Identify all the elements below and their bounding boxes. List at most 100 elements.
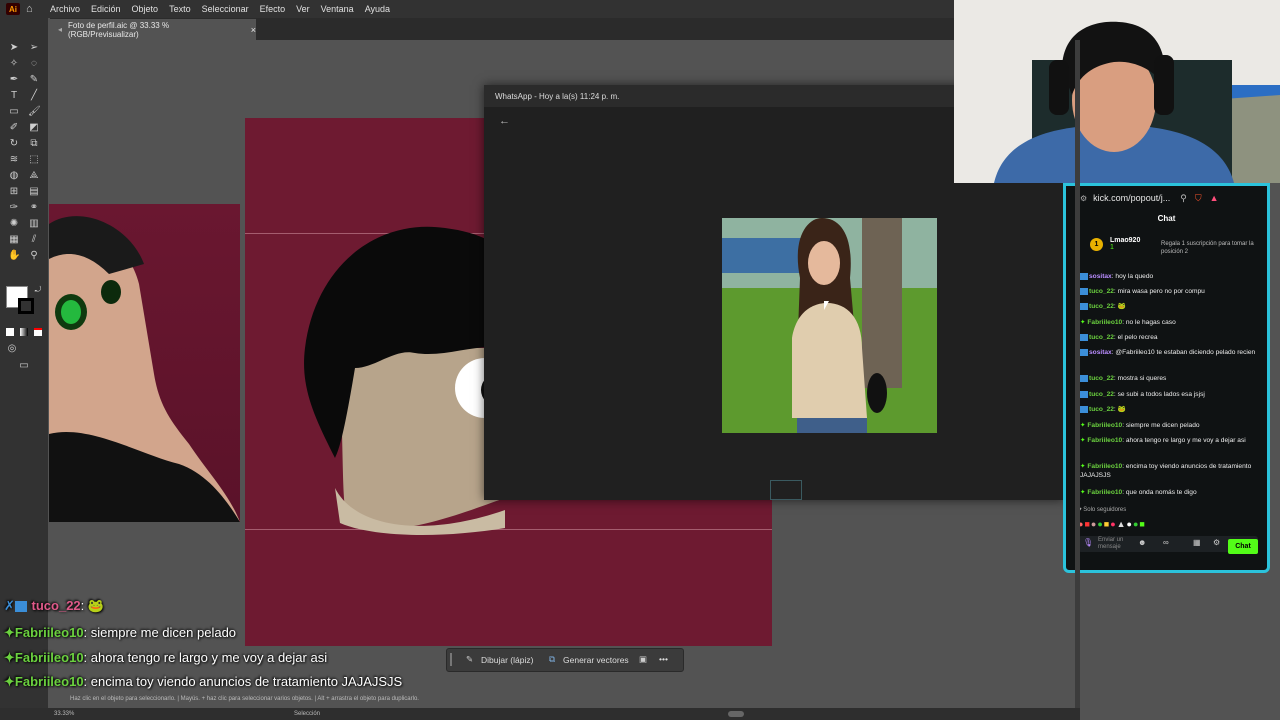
- horizontal-scrollbar[interactable]: [728, 711, 744, 717]
- chat-message[interactable]: tuco_22: se subi a todos lados esa jsjsj: [1080, 390, 1260, 399]
- none-mode-swatch[interactable]: [34, 328, 42, 336]
- chat-username[interactable]: Fabriileo10: [1087, 319, 1122, 326]
- warp-tool-icon[interactable]: ≋: [8, 154, 20, 166]
- menu-efecto[interactable]: Efecto: [260, 4, 286, 14]
- eyedropper-tool-icon[interactable]: ✑: [8, 202, 20, 214]
- chat-username[interactable]: tuco_22: [1089, 303, 1114, 310]
- slice-tool-icon[interactable]: ⫽: [28, 234, 40, 246]
- draw-pencil-button[interactable]: Dibujar (lápiz): [481, 655, 533, 665]
- symbol-sprayer-tool-icon[interactable]: ✺: [8, 218, 20, 230]
- eraser-tool-icon[interactable]: ◩: [28, 122, 40, 134]
- chat-message[interactable]: sositax: @Fabriileo10 te estaban diciend…: [1080, 348, 1260, 357]
- chat-message[interactable]: tuco_22: 🐸: [1080, 302, 1260, 311]
- home-icon[interactable]: ⌂: [26, 3, 38, 15]
- menu-seleccionar[interactable]: Seleccionar: [202, 4, 249, 14]
- chat-message[interactable]: ✦ Fabriileo10: siempre me dicen pelado: [1080, 421, 1260, 430]
- chat-username[interactable]: tuco_22: [1089, 375, 1114, 382]
- chat-username[interactable]: Fabriileo10: [1087, 437, 1122, 444]
- site-settings-icon[interactable]: ⚙: [1080, 194, 1087, 203]
- zoom-tool-icon[interactable]: ⚲: [28, 250, 40, 262]
- gear-icon[interactable]: ⚙: [1213, 538, 1220, 547]
- hand-tool-icon[interactable]: ✋: [8, 250, 20, 262]
- draw-mode-icon[interactable]: ◎: [6, 343, 18, 355]
- chat-message[interactable]: ✦ Fabriileo10: no le hagas caso: [1080, 318, 1260, 327]
- zoom-icon[interactable]: ⚲: [1180, 193, 1187, 204]
- rotate-tool-icon[interactable]: ↻: [8, 138, 20, 150]
- direct-selection-tool-icon[interactable]: ➢: [28, 42, 40, 54]
- artboard-tool-icon[interactable]: ▦: [8, 234, 20, 246]
- gift-icon[interactable]: ∞: [1163, 538, 1169, 547]
- magic-wand-tool-icon[interactable]: ✧: [8, 58, 20, 70]
- menu-edicion[interactable]: Edición: [91, 4, 121, 14]
- blend-tool-icon[interactable]: ⚭: [28, 202, 40, 214]
- gradient-tool-icon[interactable]: ▤: [28, 186, 40, 198]
- reference-photo-left[interactable]: [49, 204, 240, 522]
- chat-message[interactable]: sositax: hoy la quedo: [1080, 272, 1260, 281]
- menu-ver[interactable]: Ver: [296, 4, 310, 14]
- curvature-tool-icon[interactable]: ✎: [28, 74, 40, 86]
- gift-promo[interactable]: Regala 1 suscripción para tomar la posic…: [1161, 240, 1261, 256]
- kick-chat-popout[interactable]: ⚙ kick.com/popout/j... ⚲ ⛉ ▲ Chat 1 Lmao…: [1063, 183, 1270, 573]
- thumbnail-strip-item[interactable]: [770, 480, 802, 500]
- chat-username[interactable]: tuco_22: [1089, 406, 1114, 413]
- mesh-tool-icon[interactable]: ⊞: [8, 186, 20, 198]
- chat-username[interactable]: sositax: [1089, 273, 1112, 280]
- top-gifter[interactable]: Lmao920 1: [1110, 237, 1140, 251]
- gradient-mode-swatch[interactable]: [20, 328, 28, 336]
- microphone-icon[interactable]: 🎙: [1083, 538, 1093, 547]
- chat-message[interactable]: tuco_22: el pelo recrea: [1080, 333, 1260, 342]
- menu-objeto[interactable]: Objeto: [132, 4, 159, 14]
- send-chat-button[interactable]: Chat: [1228, 539, 1258, 554]
- drag-handle-icon[interactable]: [450, 653, 452, 666]
- chat-message[interactable]: ✦ Fabriileo10: ahora tengo re largo y me…: [1080, 436, 1260, 445]
- menu-ventana[interactable]: Ventana: [321, 4, 354, 14]
- stroke-swatch[interactable]: [18, 298, 34, 314]
- screen-mode-icon[interactable]: ▭: [18, 360, 30, 372]
- brave-shield-icon[interactable]: ⛉: [1195, 193, 1202, 204]
- scale-tool-icon[interactable]: ⧉: [28, 138, 40, 150]
- perspective-tool-icon[interactable]: ⟁: [28, 170, 40, 182]
- lasso-tool-icon[interactable]: ◌: [28, 58, 40, 70]
- chat-username[interactable]: Fabriileo10: [1087, 489, 1122, 496]
- popout-url[interactable]: kick.com/popout/j...: [1093, 193, 1170, 203]
- shape-builder-tool-icon[interactable]: ◍: [8, 170, 20, 182]
- emote-icon[interactable]: ▲: [1117, 519, 1127, 529]
- chat-message[interactable]: tuco_22: mira wasa pero no por compu: [1080, 287, 1260, 296]
- chat-message[interactable]: ✦ Fabriileo10: que onda nomás te digo: [1080, 488, 1260, 497]
- calendar-icon[interactable]: ▦: [1193, 538, 1201, 547]
- back-arrow-icon[interactable]: ←: [499, 115, 510, 127]
- chat-username[interactable]: tuco_22: [1089, 391, 1114, 398]
- close-icon[interactable]: ×: [251, 25, 256, 35]
- swap-colors-icon[interactable]: ⤾: [32, 284, 44, 296]
- menu-texto[interactable]: Texto: [169, 4, 191, 14]
- color-mode-swatch[interactable]: [6, 328, 14, 336]
- document-tab[interactable]: ◂ Foto de perfil.aic @ 33.33 % (RGB/Prev…: [50, 19, 256, 40]
- chat-username[interactable]: tuco_22: [1089, 334, 1114, 341]
- rewards-icon[interactable]: ▲: [1210, 193, 1219, 203]
- menu-archivo[interactable]: Archivo: [50, 4, 80, 14]
- pen-tool-icon[interactable]: ✒: [8, 74, 20, 86]
- generate-vectors-button[interactable]: Generar vectores: [563, 655, 629, 665]
- chat-message[interactable]: tuco_22: mostra si queres: [1080, 374, 1260, 383]
- chat-username[interactable]: tuco_22: [1089, 288, 1114, 295]
- zoom-level[interactable]: 33.33%: [54, 711, 74, 717]
- paintbrush-tool-icon[interactable]: 🖌: [28, 106, 41, 118]
- menu-ayuda[interactable]: Ayuda: [365, 4, 390, 14]
- vertical-scrollbar[interactable]: [1075, 40, 1080, 708]
- whatsapp-photo[interactable]: [722, 218, 937, 433]
- selection-tool-icon[interactable]: ➤: [8, 42, 20, 54]
- line-tool-icon[interactable]: ╱: [28, 90, 40, 102]
- shaper-tool-icon[interactable]: ✐: [8, 122, 20, 134]
- emote-icon[interactable]: ■: [1139, 519, 1145, 529]
- emote-picker-icon[interactable]: ☻: [1138, 538, 1146, 547]
- image-options-icon[interactable]: ▣: [639, 654, 647, 665]
- more-options-button[interactable]: •••: [659, 654, 668, 664]
- chat-username[interactable]: sositax: [1089, 349, 1112, 356]
- chat-message[interactable]: ✦ Fabriileo10: encima toy viendo anuncio…: [1080, 462, 1260, 480]
- chat-username[interactable]: Fabriileo10: [1087, 463, 1122, 470]
- emote-bar[interactable]: ●■●●■●▲●●■: [1078, 518, 1258, 530]
- type-tool-icon[interactable]: T: [8, 90, 20, 102]
- chat-username[interactable]: Fabriileo10: [1087, 422, 1122, 429]
- free-transform-tool-icon[interactable]: ⬚: [28, 154, 40, 166]
- chat-message[interactable]: tuco_22: 🐸: [1080, 405, 1260, 414]
